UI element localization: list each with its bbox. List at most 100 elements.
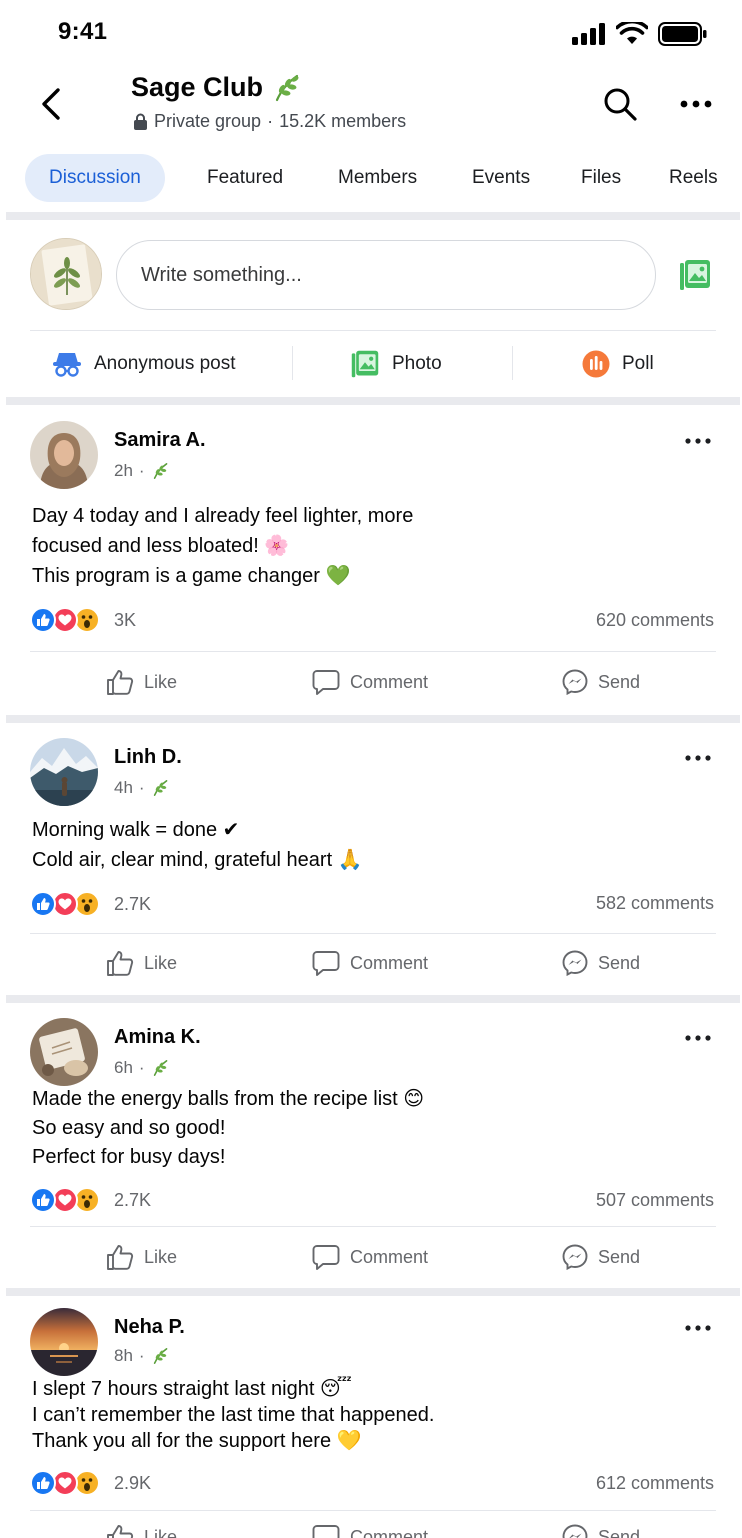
post-line: Morning walk = done ✔: [32, 819, 240, 841]
comment-button[interactable]: Comment: [312, 1524, 428, 1538]
search-icon: [604, 88, 637, 121]
group-meta: Private group · 15.2K members: [133, 111, 406, 132]
reaction-summary[interactable]: 2.7K: [30, 891, 151, 917]
poll-label: Poll: [622, 353, 654, 374]
photo-button[interactable]: Photo: [350, 344, 442, 384]
avatar[interactable]: [30, 1308, 98, 1376]
write-something-input[interactable]: Write something...: [116, 240, 656, 310]
post-more-button[interactable]: [680, 748, 716, 768]
tab-members[interactable]: Members: [338, 154, 417, 202]
messenger-icon: [562, 950, 588, 976]
privacy-label: Private group: [154, 111, 262, 131]
post-line: I can’t remember the last time that happ…: [32, 1404, 435, 1426]
reaction-summary[interactable]: 3K: [30, 607, 136, 633]
more-options-button[interactable]: [676, 84, 716, 124]
avatar[interactable]: [30, 1018, 98, 1086]
user-avatar[interactable]: [30, 238, 102, 310]
post-author[interactable]: Linh D.: [114, 746, 182, 769]
post-time[interactable]: 2h: [114, 461, 133, 481]
like-button[interactable]: Like: [106, 669, 177, 695]
back-button[interactable]: [34, 82, 68, 126]
comment-label: Comment: [350, 952, 429, 973]
post-body: Day 4 today and I already feel lighter, …: [32, 501, 413, 591]
like-button[interactable]: Like: [106, 950, 177, 976]
comments-count[interactable]: 507 comments: [596, 1190, 714, 1211]
tab-events[interactable]: Events: [472, 154, 530, 202]
send-button[interactable]: Send: [562, 1524, 640, 1538]
feed-post: Linh D. 4h · Morning walk = done ✔ Cold …: [0, 722, 742, 997]
send-label: Send: [598, 952, 641, 973]
comments-count[interactable]: 582 comments: [596, 893, 714, 914]
comment-button[interactable]: Comment: [312, 669, 428, 695]
like-label: Like: [144, 1246, 178, 1267]
like-reaction-icon: [30, 891, 56, 917]
post-line: focused and less bloated! 🌸: [32, 535, 290, 557]
tab-files[interactable]: Files: [581, 154, 621, 202]
section-divider: [6, 397, 740, 405]
leaf-icon: [275, 74, 299, 101]
post-more-button[interactable]: [680, 1028, 716, 1048]
send-button[interactable]: Send: [562, 1244, 640, 1270]
reaction-summary[interactable]: 2.9K: [30, 1470, 151, 1496]
comments-count[interactable]: 620 comments: [596, 610, 714, 631]
poll-button[interactable]: Poll: [582, 344, 654, 384]
avatar[interactable]: [30, 738, 98, 806]
post-author[interactable]: Samira A.: [114, 429, 206, 452]
reaction-summary[interactable]: 2.7K: [30, 1187, 151, 1213]
battery-icon: [658, 22, 707, 46]
post-more-button[interactable]: [680, 431, 716, 451]
post-time[interactable]: 8h: [114, 1346, 133, 1366]
like-button[interactable]: Like: [106, 1244, 177, 1270]
post-more-button[interactable]: [680, 1318, 716, 1338]
tab-featured[interactable]: Featured: [207, 154, 283, 202]
signal-icon: [572, 23, 605, 45]
avatar[interactable]: [30, 421, 98, 489]
post-separator: [30, 933, 716, 934]
like-label: Like: [144, 671, 178, 692]
status-icons: [572, 22, 708, 46]
comments-count[interactable]: 612 comments: [596, 1473, 714, 1494]
group-tabs: Discussion Featured Members Events Files…: [0, 152, 742, 206]
send-button[interactable]: Send: [562, 950, 640, 976]
members-count[interactable]: 15.2K members: [279, 111, 406, 132]
add-photo-icon[interactable]: [678, 258, 712, 292]
comment-icon: [312, 1245, 340, 1270]
meta-separator: ·: [267, 111, 274, 131]
meta-dot: ·: [138, 1346, 145, 1365]
comment-label: Comment: [350, 1526, 429, 1538]
meta-dot: ·: [138, 778, 145, 797]
more-horizontal-icon: [685, 755, 711, 761]
like-button[interactable]: Like: [106, 1524, 177, 1538]
comment-icon: [312, 670, 340, 695]
reaction-count: 3K: [114, 609, 137, 630]
tab-discussion[interactable]: Discussion: [25, 154, 165, 202]
post-time[interactable]: 6h: [114, 1058, 133, 1078]
post-author[interactable]: Amina K.: [114, 1026, 201, 1049]
post-separator: [30, 651, 716, 652]
meta-dot: ·: [138, 1058, 145, 1077]
comment-label: Comment: [350, 671, 429, 692]
send-button[interactable]: Send: [562, 669, 640, 695]
post-line: Perfect for busy days!: [32, 1146, 226, 1168]
wifi-icon: [616, 22, 648, 44]
post-time[interactable]: 4h: [114, 778, 133, 798]
comment-button[interactable]: Comment: [312, 1244, 428, 1270]
tab-reels[interactable]: Reels: [669, 154, 718, 202]
reaction-count: 2.7K: [114, 893, 152, 914]
like-icon: [107, 1525, 134, 1538]
anonymous-post-button[interactable]: Anonymous post: [52, 344, 236, 384]
reaction-count: 2.7K: [114, 1189, 152, 1210]
more-horizontal-icon: [685, 1035, 711, 1041]
group-title[interactable]: Sage Club: [131, 72, 301, 103]
group-audience-icon: [153, 1060, 167, 1076]
status-time: 9:41: [58, 18, 108, 45]
botanical-card-image: [31, 239, 101, 309]
group-audience-icon: [153, 463, 167, 479]
search-button[interactable]: [600, 84, 640, 124]
post-separator: [30, 1226, 716, 1227]
comment-button[interactable]: Comment: [312, 950, 428, 976]
anonymous-post-label: Anonymous post: [94, 353, 236, 374]
status-bar: 9:41: [0, 0, 742, 64]
like-icon: [107, 951, 134, 976]
post-author[interactable]: Neha P.: [114, 1316, 185, 1339]
